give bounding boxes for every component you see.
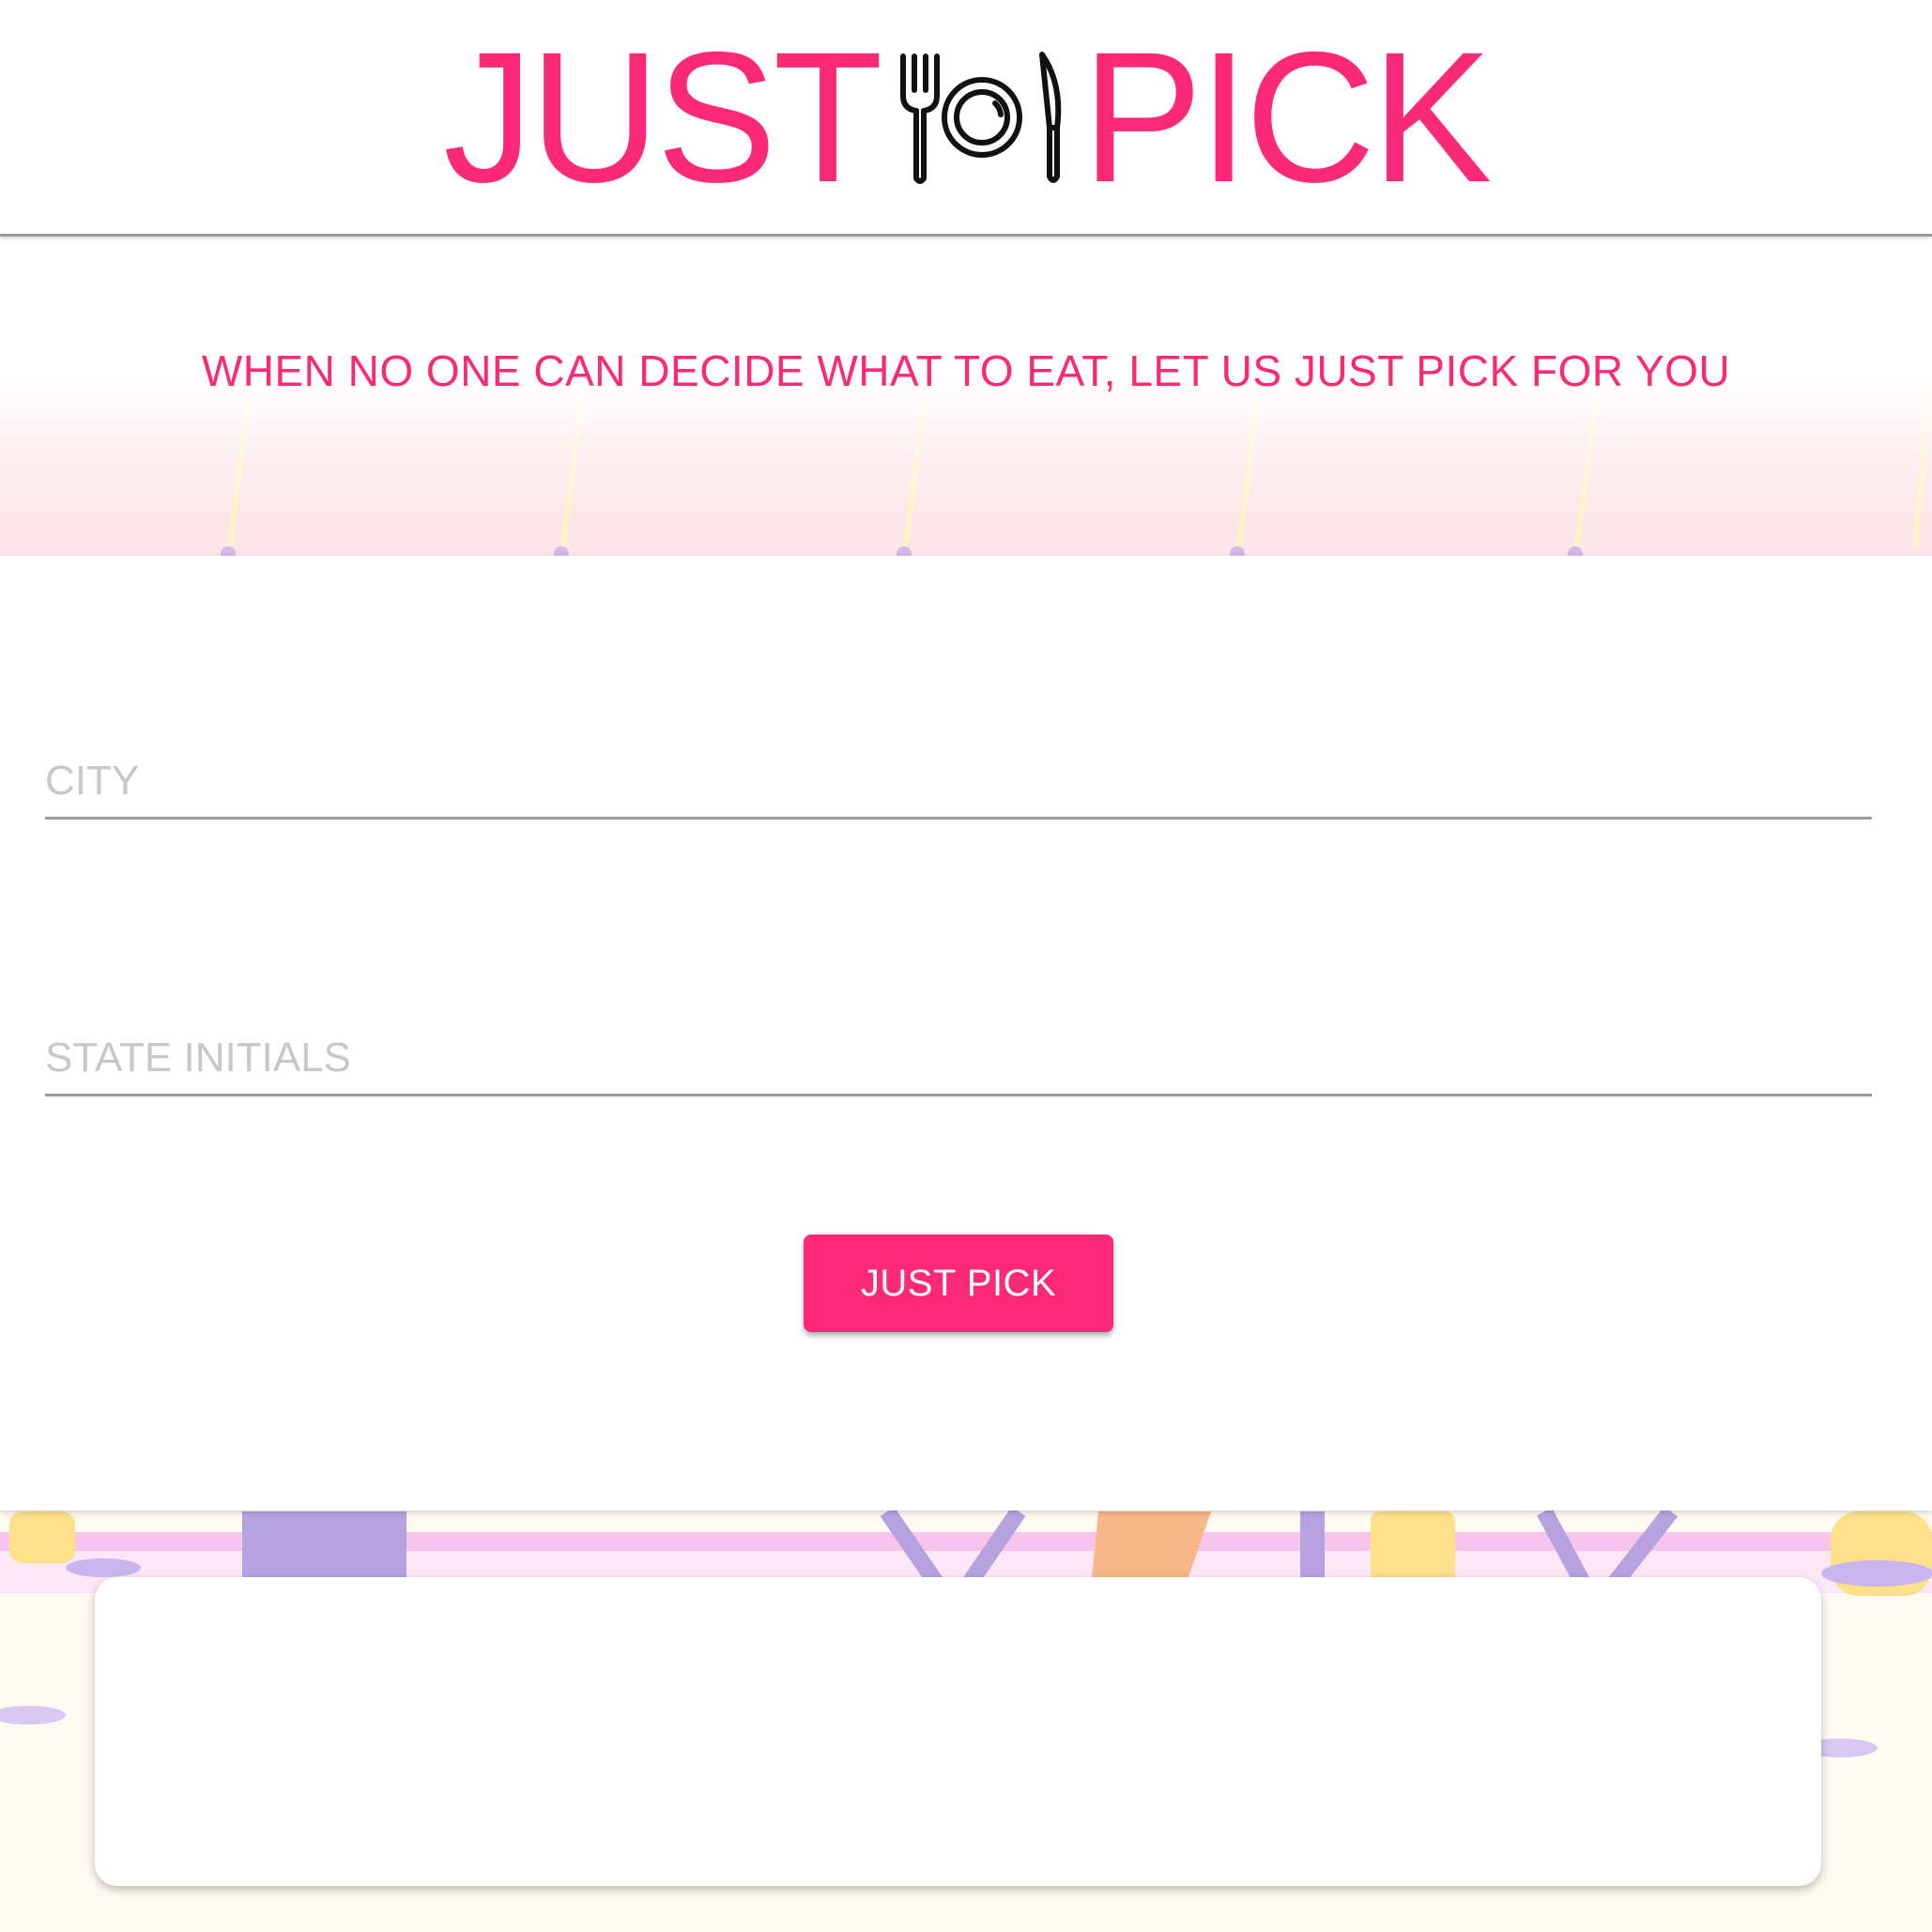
tagline-band [0,237,1932,556]
just-pick-button[interactable]: JUST PICK [804,1234,1113,1332]
logo-text-right: PICK [1082,12,1493,221]
city-input[interactable] [45,753,1872,820]
logo-text-left: JUST [443,12,884,221]
state-initials-input[interactable] [45,1030,1872,1096]
plate-fork-knife-icon [900,51,1062,184]
search-form-card: JUST PICK [0,556,1932,1510]
tagline: WHEN NO ONE CAN DECIDE WHAT TO EAT, LET … [201,346,1731,395]
results-panel [95,1577,1821,1886]
brand-logo[interactable]: JUST PICK [0,0,1932,234]
site-header: JUST PICK [0,0,1932,237]
